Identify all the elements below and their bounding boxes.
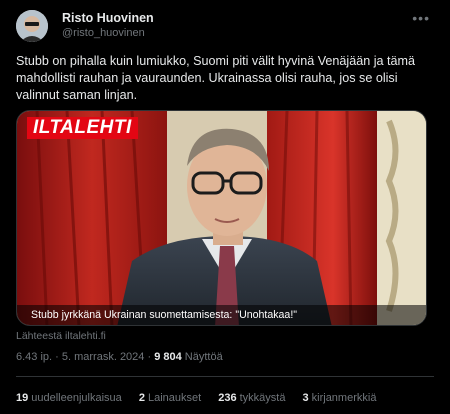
- more-horizontal-icon[interactable]: •••: [412, 10, 430, 26]
- tweet-time[interactable]: 6.43 ip.: [16, 351, 52, 363]
- media-card[interactable]: ILTALEHTI Stubb jyrkkänä Ukrainan suomet…: [16, 110, 427, 326]
- iltalehti-logo: ILTALEHTI: [27, 117, 138, 139]
- article-photo: [17, 111, 426, 325]
- tweet-date[interactable]: 5. marrask. 2024: [62, 351, 145, 363]
- stat-likes[interactable]: 236 tykkäystä: [218, 392, 285, 404]
- engagement-stats: 19 uudelleenjulkaisua 2 Lainaukset 236 tykk…: [16, 392, 390, 404]
- tweet-text: Stubb on pihalla kuin lumiukko, Suomi pi…: [16, 54, 416, 102]
- meta-separator: ·: [144, 351, 155, 363]
- author-handle[interactable]: @risto_huovinen: [62, 27, 145, 39]
- views-count: 9 804: [154, 351, 182, 363]
- meta-separator: ·: [52, 351, 62, 363]
- tweet: Risto Huovinen @risto_huovinen ••• Stubb…: [0, 0, 450, 414]
- stat-bookmarks[interactable]: 3 kirjanmerkkiä: [303, 392, 377, 404]
- stat-quotes[interactable]: 2 Lainaukset: [139, 392, 201, 404]
- views-label: Näyttöä: [184, 351, 223, 363]
- avatar[interactable]: [16, 10, 48, 42]
- stat-reposts[interactable]: 19 uudelleenjulkaisua: [16, 392, 122, 404]
- link-source[interactable]: Lähteestä iltalehti.fi: [16, 330, 106, 342]
- author-name[interactable]: Risto Huovinen: [62, 11, 154, 25]
- media-caption: Stubb jyrkkänä Ukrainan suomettamisesta:…: [17, 305, 426, 325]
- tweet-meta: 6.43 ip. · 5. marrask. 2024 · 9 804 Näyt…: [16, 351, 223, 363]
- divider: [16, 376, 434, 377]
